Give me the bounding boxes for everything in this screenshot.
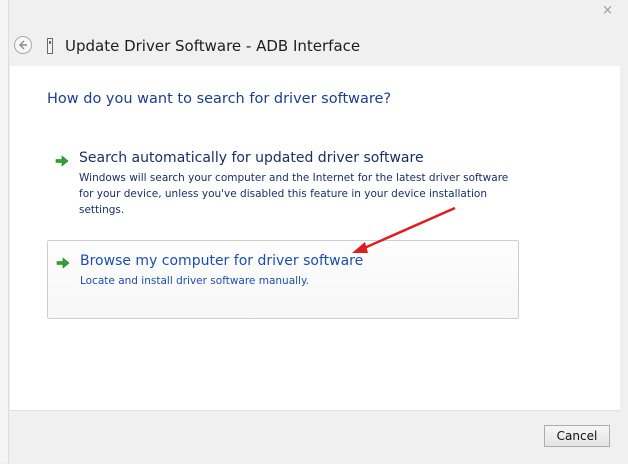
green-arrow-icon	[56, 257, 70, 269]
browse-computer-option[interactable]: Browse my computer for driver software L…	[47, 240, 519, 319]
window-title: Update Driver Software - ADB Interface	[65, 37, 361, 55]
page-heading: How do you want to search for driver sof…	[47, 91, 392, 107]
search-automatically-description: Windows will search your computer and th…	[79, 172, 509, 216]
search-automatically-title: Search automatically for updated driver …	[79, 150, 424, 166]
cancel-button[interactable]: Cancel	[544, 425, 610, 447]
browse-computer-description: Locate and install driver software manua…	[80, 275, 310, 287]
dialog-footer: Cancel	[10, 410, 620, 464]
close-icon[interactable]: ×	[602, 3, 613, 18]
back-button[interactable]	[14, 36, 32, 54]
title-bar: Update Driver Software - ADB Interface	[8, 28, 620, 66]
window-left-edge	[0, 0, 9, 463]
usb-device-icon	[47, 38, 53, 54]
green-arrow-icon	[55, 155, 69, 167]
back-arrow-icon	[19, 40, 27, 50]
search-automatically-option[interactable]: Search automatically for updated driver …	[47, 148, 519, 222]
browse-computer-title: Browse my computer for driver software	[80, 253, 364, 269]
update-driver-window: × Update Driver Software - ADB Interface…	[0, 0, 628, 464]
content-panel: How do you want to search for driver sof…	[10, 66, 620, 410]
